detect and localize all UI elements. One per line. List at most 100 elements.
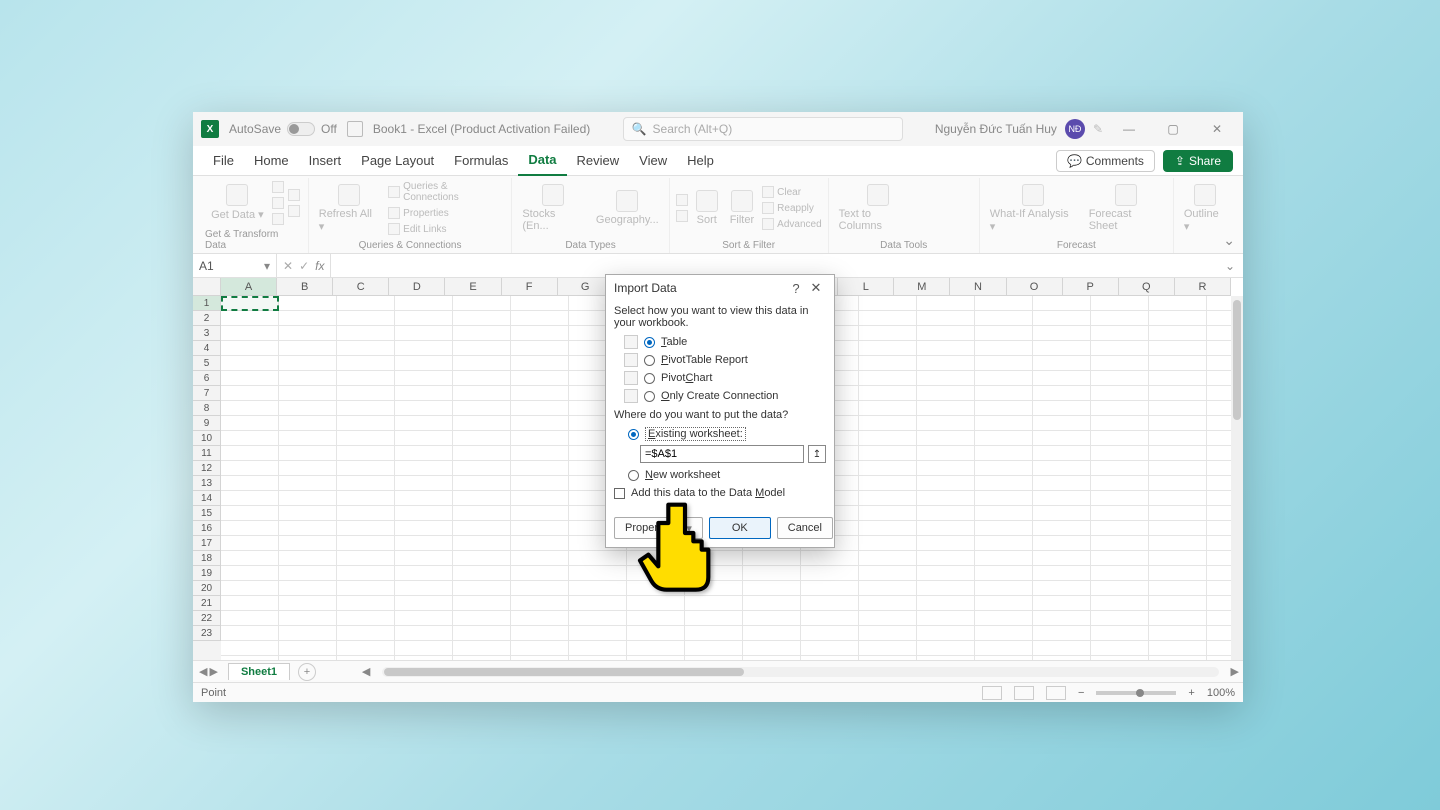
tab-review[interactable]: Review [567, 146, 630, 176]
radio-icon[interactable] [644, 355, 655, 366]
option-table[interactable]: Table [614, 333, 826, 351]
row-header[interactable]: 21 [193, 596, 221, 611]
fx-icon[interactable]: fx [315, 259, 324, 273]
tab-home[interactable]: Home [244, 146, 299, 176]
page-break-view-button[interactable] [1046, 686, 1066, 700]
column-header[interactable]: L [838, 278, 894, 296]
tab-data[interactable]: Data [518, 146, 566, 176]
option-existing-worksheet[interactable]: Existing worksheet: [614, 425, 826, 443]
filter-button[interactable]: Filter [726, 188, 758, 228]
row-header[interactable]: 15 [193, 506, 221, 521]
option-connection-only[interactable]: Only Create Connection [614, 387, 826, 405]
horizontal-scrollbar[interactable] [382, 667, 1218, 677]
radio-icon[interactable] [644, 337, 655, 348]
comments-button[interactable]: 💬 Comments [1056, 150, 1155, 172]
search-input[interactable]: 🔍 Search (Alt+Q) [623, 117, 903, 141]
properties-button[interactable]: Properties [388, 206, 505, 220]
page-layout-view-button[interactable] [1014, 686, 1034, 700]
tab-formulas[interactable]: Formulas [444, 146, 518, 176]
save-icon[interactable] [347, 121, 363, 137]
ok-button[interactable]: OK [709, 517, 771, 539]
cell-reference-input[interactable] [640, 445, 804, 463]
what-if-button[interactable]: What-If Analysis ▾ [986, 182, 1081, 235]
hscroll-right[interactable]: ▶ [1227, 665, 1243, 678]
maximize-button[interactable]: ▢ [1155, 116, 1191, 142]
row-header[interactable]: 2 [193, 311, 221, 326]
row-header[interactable]: 8 [193, 401, 221, 416]
edit-links-button[interactable]: Edit Links [388, 222, 505, 236]
toggle-icon[interactable] [287, 122, 315, 136]
row-header[interactable]: 13 [193, 476, 221, 491]
avatar[interactable]: NĐ [1065, 119, 1085, 139]
enter-formula-icon[interactable]: ✓ [299, 259, 309, 273]
ribbon-collapse-button[interactable]: ⌄ [1223, 232, 1235, 249]
sort-button[interactable]: Sort [692, 188, 722, 228]
radio-icon[interactable] [644, 373, 655, 384]
hscroll-left[interactable]: ◀ [358, 665, 374, 678]
vertical-scrollbar[interactable] [1231, 296, 1243, 660]
tab-file[interactable]: File [203, 146, 244, 176]
sheet-prev-button[interactable]: ◀ [199, 665, 207, 678]
row-header[interactable]: 11 [193, 446, 221, 461]
stocks-button[interactable]: Stocks (En... [518, 182, 588, 234]
column-header[interactable]: F [502, 278, 558, 296]
option-new-worksheet[interactable]: New worksheet [614, 467, 826, 483]
column-header[interactable]: P [1063, 278, 1119, 296]
select-all-corner[interactable] [193, 278, 221, 296]
autosave-toggle[interactable]: AutoSave Off [229, 122, 337, 136]
normal-view-button[interactable] [982, 686, 1002, 700]
advanced-button[interactable]: Advanced [762, 217, 821, 231]
column-header[interactable]: C [333, 278, 389, 296]
row-header[interactable]: 17 [193, 536, 221, 551]
row-header[interactable]: 22 [193, 611, 221, 626]
row-header[interactable]: 19 [193, 566, 221, 581]
text-to-columns-button[interactable]: Text to Columns [835, 182, 921, 234]
dialog-help-button[interactable]: ? [786, 281, 806, 296]
get-data-button[interactable]: Get Data ▾ [207, 182, 268, 223]
row-header[interactable]: 23 [193, 626, 221, 641]
column-header[interactable]: O [1007, 278, 1063, 296]
cancel-formula-icon[interactable]: ✕ [283, 259, 293, 273]
minimize-button[interactable]: — [1111, 116, 1147, 142]
column-header[interactable]: A [221, 278, 277, 296]
cancel-button[interactable]: Cancel [777, 517, 833, 539]
row-header[interactable]: 18 [193, 551, 221, 566]
clear-button[interactable]: Clear [762, 185, 821, 199]
radio-icon[interactable] [628, 470, 639, 481]
zoom-level[interactable]: 100% [1207, 687, 1235, 699]
column-header[interactable]: B [277, 278, 333, 296]
radio-icon[interactable] [644, 391, 655, 402]
share-button[interactable]: ⇪ Share [1163, 150, 1233, 172]
column-header[interactable]: N [950, 278, 1006, 296]
outline-button[interactable]: Outline ▾ [1180, 182, 1231, 235]
zoom-slider[interactable] [1096, 691, 1176, 695]
column-header[interactable]: M [894, 278, 950, 296]
close-button[interactable]: ✕ [1199, 116, 1235, 142]
formula-expand-button[interactable]: ⌄ [1217, 259, 1243, 273]
range-selector-button[interactable]: ↥ [808, 445, 826, 463]
refresh-all-button[interactable]: Refresh All ▾ [315, 182, 384, 235]
name-box[interactable]: A1▾ [193, 254, 277, 277]
row-header[interactable]: 1 [193, 296, 221, 311]
tab-page-layout[interactable]: Page Layout [351, 146, 444, 176]
geography-button[interactable]: Geography... [592, 188, 663, 228]
column-header[interactable]: R [1175, 278, 1231, 296]
zoom-in-button[interactable]: + [1188, 687, 1194, 699]
mic-icon[interactable]: ✎ [1093, 122, 1103, 136]
row-header[interactable]: 4 [193, 341, 221, 356]
forecast-sheet-button[interactable]: Forecast Sheet [1085, 182, 1167, 234]
row-header[interactable]: 6 [193, 371, 221, 386]
row-header[interactable]: 3 [193, 326, 221, 341]
queries-connections-button[interactable]: Queries & Connections [388, 180, 505, 204]
tab-help[interactable]: Help [677, 146, 724, 176]
radio-icon[interactable] [628, 429, 639, 440]
from-text-button[interactable] [272, 180, 284, 194]
from-table-button[interactable] [272, 212, 284, 226]
column-header[interactable]: E [445, 278, 501, 296]
checkbox-icon[interactable] [614, 488, 625, 499]
row-header[interactable]: 5 [193, 356, 221, 371]
sheet-next-button[interactable]: ▶ [209, 665, 217, 678]
sort-asc-button[interactable] [676, 193, 688, 207]
column-header[interactable]: Q [1119, 278, 1175, 296]
from-web-button[interactable] [272, 196, 284, 210]
